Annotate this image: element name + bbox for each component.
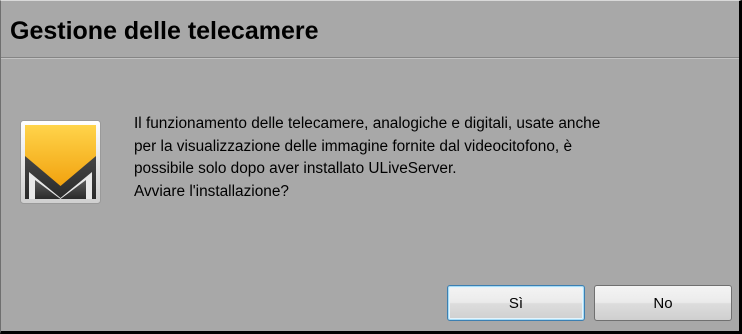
message-line: per la visualizzazione delle immagine fo… <box>134 137 573 155</box>
message-line: Avviare l'installazione? <box>134 182 289 200</box>
no-button[interactable]: No <box>594 285 732 321</box>
message-line: Il funzionamento delle telecamere, analo… <box>134 115 601 132</box>
dialog-message: Il funzionamento delle telecamere, analo… <box>134 113 734 203</box>
app-logo-icon <box>20 120 101 204</box>
dialog-window: Gestione delle telecamere Il funzionamen… <box>0 0 742 334</box>
dialog-title: Gestione delle telecamere <box>10 17 319 45</box>
message-line: possibile solo dopo aver installato ULiv… <box>134 160 457 177</box>
yes-button[interactable]: Sì <box>447 285 585 321</box>
title-divider <box>1 57 739 59</box>
